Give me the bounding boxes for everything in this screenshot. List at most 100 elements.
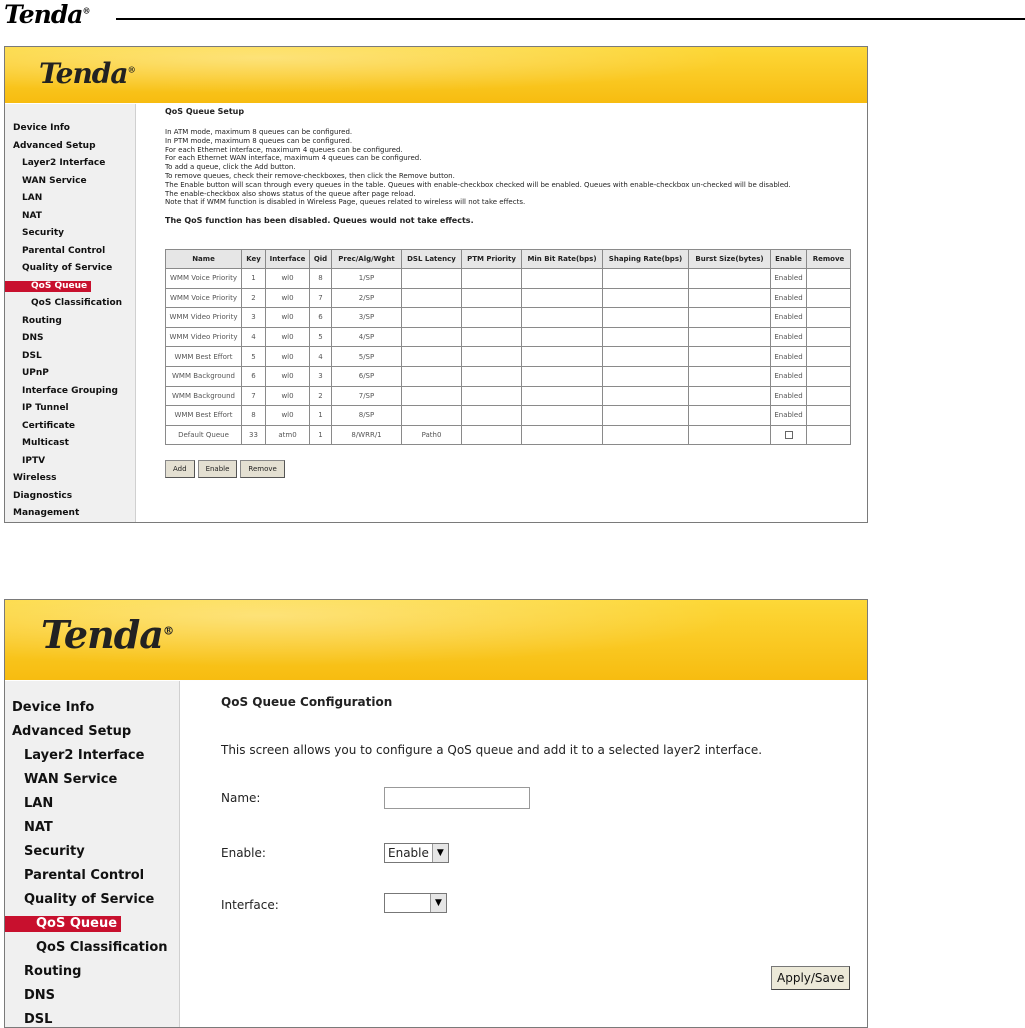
instruction-line: For each Ethernet interface, maximum 4 q…	[165, 145, 403, 154]
sidebar-item-qos-queue[interactable]: QoS Queue	[5, 912, 179, 936]
cell-iface: atm0	[265, 424, 310, 446]
qos-queue-setup-screen: Tenda® Device Info Advanced Setup Layer2 I…	[4, 46, 868, 523]
sidebar-item-qos-queue[interactable]: QoS Queue	[5, 278, 135, 296]
sidebar-item-dsl[interactable]: DSL	[5, 1008, 179, 1027]
sidebar-item-multicast[interactable]: Multicast	[5, 435, 135, 453]
sidebar-item-wan-service[interactable]: WAN Service	[5, 768, 179, 792]
sidebar-item-wireless[interactable]: Wireless	[5, 470, 135, 488]
sidebar-item-wan-service[interactable]: WAN Service	[5, 173, 135, 191]
cell-qid: 7	[309, 287, 332, 309]
enable-checkbox[interactable]	[784, 431, 793, 440]
cell-qid: 1	[309, 424, 332, 446]
cell-empty	[688, 405, 771, 426]
sidebar-item-parental-control[interactable]: Parental Control	[5, 864, 179, 888]
cell-iface: wl0	[265, 365, 310, 387]
cell-qid: 5	[309, 326, 332, 348]
cell-empty	[461, 326, 522, 348]
cell-prec: 3/SP	[331, 307, 402, 328]
sidebar-item-certificate[interactable]: Certificate	[5, 418, 135, 436]
instruction-line: In ATM mode, maximum 8 queues can be con…	[165, 128, 353, 136]
cell-remove	[806, 365, 851, 387]
tenda-logo: Tenda®	[4, 0, 91, 29]
cell-prec: 7/SP	[331, 385, 402, 407]
cell-name: WMM Voice Priority	[165, 268, 242, 289]
column-header-interface: Interface	[265, 249, 310, 269]
cell-empty	[521, 424, 603, 446]
enable-select[interactable]: Enable ▼	[384, 843, 449, 863]
cell-empty	[521, 307, 603, 328]
cell-empty	[688, 385, 771, 407]
sidebar-item-dns[interactable]: DNS	[5, 330, 135, 348]
qos-disabled-warning: The QoS function has been disabled. Queu…	[165, 216, 474, 226]
cell-name: WMM Background	[165, 365, 242, 387]
sidebar-item-nat[interactable]: NAT	[5, 208, 135, 226]
sidebar-item-security[interactable]: Security	[5, 225, 135, 243]
enable-button[interactable]: Enable	[197, 460, 238, 478]
sidebar-item-routing[interactable]: Routing	[5, 313, 135, 331]
cell-key: 1	[241, 268, 266, 289]
apply-save-button[interactable]: Apply/Save	[771, 966, 851, 990]
sidebar-item-device-info[interactable]: Device Info	[5, 696, 179, 720]
sidebar-item-security[interactable]: Security	[5, 840, 179, 864]
cell-name: WMM Video Priority	[165, 326, 242, 348]
sidebar-item-dns[interactable]: DNS	[5, 984, 179, 1008]
cell-latency	[401, 287, 462, 309]
instruction-line: To remove queues, check their remove-che…	[165, 171, 455, 180]
cell-prec: 4/SP	[331, 326, 402, 348]
top-banner: Tenda®	[5, 600, 867, 680]
add-button[interactable]: Add	[165, 460, 195, 478]
sidebar-item-interface-grouping[interactable]: Interface Grouping	[5, 383, 135, 401]
sidebar-item-layer2-interface[interactable]: Layer2 Interface	[5, 744, 179, 768]
remove-button[interactable]: Remove	[240, 460, 285, 478]
cell-qid: 8	[309, 268, 332, 289]
sidebar-item-quality-of-service[interactable]: Quality of Service	[5, 260, 135, 278]
cell-latency	[401, 307, 462, 328]
cell-iface: wl0	[265, 326, 310, 348]
sidebar-item-lan[interactable]: LAN	[5, 792, 179, 816]
brand-logo: Tenda®	[41, 612, 174, 657]
cell-key: 8	[241, 405, 266, 426]
sidebar-item-quality-of-service[interactable]: Quality of Service	[5, 888, 179, 912]
cell-prec: 5/SP	[331, 346, 402, 367]
sidebar-item-routing[interactable]: Routing	[5, 960, 179, 984]
sidebar-item-layer2-interface[interactable]: Layer2 Interface	[5, 155, 135, 173]
sidebar-item-dsl[interactable]: DSL	[5, 348, 135, 366]
sidebar-item-diagnostics[interactable]: Diagnostics	[5, 488, 135, 506]
sidebar-item-advanced-setup[interactable]: Advanced Setup	[5, 138, 135, 156]
instruction-line: Note that if WMM function is disabled in…	[165, 198, 526, 207]
cell-empty	[521, 287, 603, 309]
header-rule	[116, 18, 1025, 20]
sidebar-item-advanced-setup[interactable]: Advanced Setup	[5, 720, 179, 744]
interface-select[interactable]: ▼	[384, 893, 447, 913]
sidebar-item-nat[interactable]: NAT	[5, 816, 179, 840]
column-header-shaping-rate-bps: Shaping Rate(bps)	[602, 249, 689, 269]
sidebar-item-qos-classification[interactable]: QoS Classification	[5, 295, 135, 313]
table-row: Default Queue 33 atm0 1 8/WRR/1 Path0	[165, 424, 851, 446]
sidebar-item-iptv[interactable]: IPTV	[5, 453, 135, 471]
sidebar-item-management[interactable]: Management	[5, 505, 135, 522]
sidebar-item-ip-tunnel[interactable]: IP Tunnel	[5, 400, 135, 418]
sidebar-item-qos-classification[interactable]: QoS Classification	[5, 936, 179, 960]
qos-queue-configuration-screen: Tenda® Device Info Advanced Setup Layer2 I…	[4, 599, 868, 1028]
dropdown-arrow-icon: ▼	[431, 844, 448, 862]
sidebar-item-lan[interactable]: LAN	[5, 190, 135, 208]
page-title: QoS Queue Setup	[165, 107, 245, 116]
table-row: WMM Background 6 wl0 3 6/SP Enabled	[165, 365, 851, 387]
cell-empty	[521, 326, 603, 348]
sidebar-item-device-info[interactable]: Device Info	[5, 120, 135, 138]
cell-name: WMM Background	[165, 385, 242, 407]
cell-qid: 1	[309, 405, 332, 426]
cell-latency	[401, 326, 462, 348]
instruction-line: For each Ethernet WAN interface, maximum…	[165, 154, 422, 163]
cell-enable: Enabled	[770, 307, 807, 328]
dropdown-arrow-icon: ▼	[430, 894, 446, 912]
column-header-enable: Enable	[770, 249, 807, 269]
cell-enable: Enabled	[770, 385, 807, 407]
name-input[interactable]	[384, 787, 530, 809]
instruction-line: The Enable button will scan through ever…	[165, 180, 791, 189]
sidebar-item-parental-control[interactable]: Parental Control	[5, 243, 135, 261]
cell-name: Default Queue	[165, 424, 242, 446]
sidebar-item-upnp[interactable]: UPnP	[5, 365, 135, 383]
cell-empty	[461, 268, 522, 289]
cell-iface: wl0	[265, 346, 310, 367]
